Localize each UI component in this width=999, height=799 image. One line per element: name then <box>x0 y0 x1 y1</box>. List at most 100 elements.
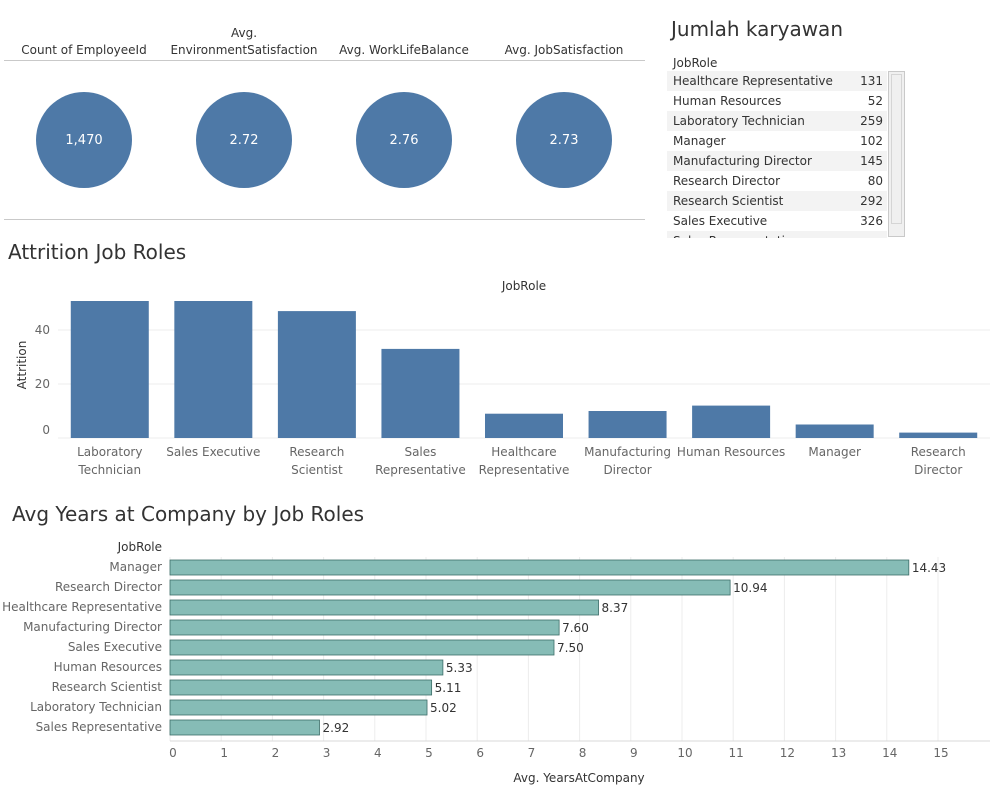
table-cell-jobrole: Laboratory Technician <box>673 114 805 128</box>
kpi-worklife-circle[interactable]: 2.76 <box>356 92 452 188</box>
table-cell-jobrole: Sales Representative <box>667 234 833 238</box>
attrition-bar <box>795 424 874 438</box>
table-cell-count: 102 <box>860 134 883 148</box>
years-xtick-label: 4 <box>374 746 382 760</box>
years-xlabel: Avg. YearsAtCompany <box>513 771 644 785</box>
employee-table-column-header[interactable]: JobRole <box>673 56 717 70</box>
attrition-category-label: Technician <box>77 463 141 477</box>
years-xtick-label: 11 <box>729 746 744 760</box>
table-row[interactable]: Sales Representative <box>667 231 887 238</box>
kpi-environment-circle[interactable]: 2.72 <box>196 92 292 188</box>
years-value-label: 8.37 <box>602 601 629 615</box>
table-cell-jobrole: Research Scientist <box>673 194 784 208</box>
kpi-label-count: Count of EmployeeId <box>21 43 147 57</box>
attrition-category-label: Laboratory <box>77 445 142 459</box>
employee-table-scroll-thumb[interactable] <box>891 74 902 224</box>
attrition-ytick-label: 0 <box>42 423 50 437</box>
years-value-label: 5.11 <box>435 681 462 695</box>
years-category-label: Sales Representative <box>36 720 162 734</box>
attrition-category-label: Research <box>911 445 966 459</box>
years-xtick-label: 0 <box>169 746 177 760</box>
years-xtick-label: 15 <box>933 746 948 760</box>
attrition-bar <box>277 311 356 438</box>
attrition-bar <box>692 405 771 438</box>
years-bar <box>169 679 433 696</box>
attrition-category-label: Director <box>914 463 962 477</box>
years-value-label: 2.92 <box>323 721 350 735</box>
employee-table-scrollbar[interactable] <box>888 71 905 237</box>
attrition-chart: JobRole 0 20 40 Attrition Laboratory Technicia… <box>15 279 990 477</box>
attrition-category-label: Director <box>603 463 651 477</box>
kpi-header-divider <box>4 60 645 61</box>
table-row[interactable]: Research Scientist 292 <box>667 191 887 211</box>
attrition-category-label: Healthcare <box>491 445 556 459</box>
attrition-category-label: Research <box>289 445 344 459</box>
years-category-label: Healthcare Representative <box>2 600 162 614</box>
attrition-ylabel: Attrition <box>15 341 29 390</box>
attrition-category-label: Representative <box>375 463 466 477</box>
table-cell-jobrole: Manufacturing Director <box>673 154 812 168</box>
years-category-label: Manager <box>109 560 162 574</box>
years-category-label: Sales Executive <box>68 640 162 654</box>
table-cell-jobrole: Healthcare Representative <box>673 74 833 88</box>
attrition-category-label: Sales <box>404 445 436 459</box>
table-cell-count: 80 <box>867 174 883 188</box>
table-row[interactable]: Manager 102 <box>667 131 887 151</box>
years-xtick-label: 1 <box>220 746 228 760</box>
table-cell-count: 259 <box>860 114 883 128</box>
kpi-jobsat-circle[interactable]: 2.73 <box>516 92 612 188</box>
years-chart: JobRole0 1 2 3 4 5 6 7 8 9 10 11 12 13 14 15Manager 14.4… <box>2 540 990 785</box>
years-chart-title: Avg Years at Company by Job Roles <box>12 502 365 526</box>
years-xtick-label: 5 <box>425 746 433 760</box>
years-category-label: Research Scientist <box>52 680 163 694</box>
table-cell-count: 292 <box>860 194 883 208</box>
years-xtick-label: 2 <box>272 746 280 760</box>
kpi-label-worklife: Avg. WorkLifeBalance <box>339 43 469 57</box>
years-bar <box>169 579 731 596</box>
attrition-bar <box>174 301 253 438</box>
table-row[interactable]: Laboratory Technician 259 <box>667 111 887 131</box>
years-xtick-label: 8 <box>579 746 587 760</box>
table-cell-jobrole: Research Director <box>673 174 781 188</box>
attrition-category-label: Representative <box>479 463 570 477</box>
years-bar <box>169 639 555 656</box>
years-category-label: Research Director <box>55 580 162 594</box>
years-xtick-label: 6 <box>476 746 484 760</box>
table-cell-jobrole: Manager <box>673 134 726 148</box>
attrition-ytick-label: 20 <box>35 377 50 391</box>
attrition-category-label: Manager <box>808 445 861 459</box>
table-row[interactable]: Manufacturing Director 145 <box>667 151 887 171</box>
attrition-bar <box>899 432 978 438</box>
attrition-category-label: Scientist <box>291 463 343 477</box>
table-cell-jobrole: Sales Executive <box>673 214 768 228</box>
years-category-label: Manufacturing Director <box>23 620 162 634</box>
table-cell-jobrole: Human Resources <box>673 94 782 108</box>
years-bar <box>169 699 428 716</box>
kpi-count-circle[interactable]: 1,470 <box>36 92 132 188</box>
table-row[interactable]: Healthcare Representative 131 <box>667 71 887 91</box>
attrition-bar <box>381 348 460 438</box>
employee-table: Healthcare Representative 131 Human Resour… <box>667 71 887 238</box>
years-value-label: 14.43 <box>912 561 946 575</box>
years-xtick-label: 14 <box>882 746 897 760</box>
kpi-label-environment: Avg. EnvironmentSatisfaction <box>164 25 324 59</box>
table-cell-count: 326 <box>860 214 883 228</box>
attrition-column-header: JobRole <box>501 279 546 293</box>
years-xtick-label: 13 <box>831 746 846 760</box>
table-row[interactable]: Sales Executive 326 <box>667 211 887 231</box>
kpi-bottom-divider <box>4 219 645 220</box>
table-row[interactable]: Research Director 80 <box>667 171 887 191</box>
years-bar <box>169 659 444 676</box>
years-value-label: 7.50 <box>557 641 584 655</box>
years-row-header: JobRole <box>117 540 162 554</box>
attrition-bar <box>588 411 667 438</box>
years-value-label: 7.60 <box>562 621 589 635</box>
table-cell-count: 52 <box>867 94 883 108</box>
years-xtick-label: 3 <box>323 746 331 760</box>
table-cell-count: 131 <box>860 74 883 88</box>
years-xtick-label: 10 <box>677 746 692 760</box>
table-row[interactable]: Human Resources 52 <box>667 91 887 111</box>
attrition-category-label: Sales Executive <box>166 445 260 459</box>
attrition-category-label: Manufacturing <box>584 445 671 459</box>
attrition-ytick-label: 40 <box>35 323 50 337</box>
